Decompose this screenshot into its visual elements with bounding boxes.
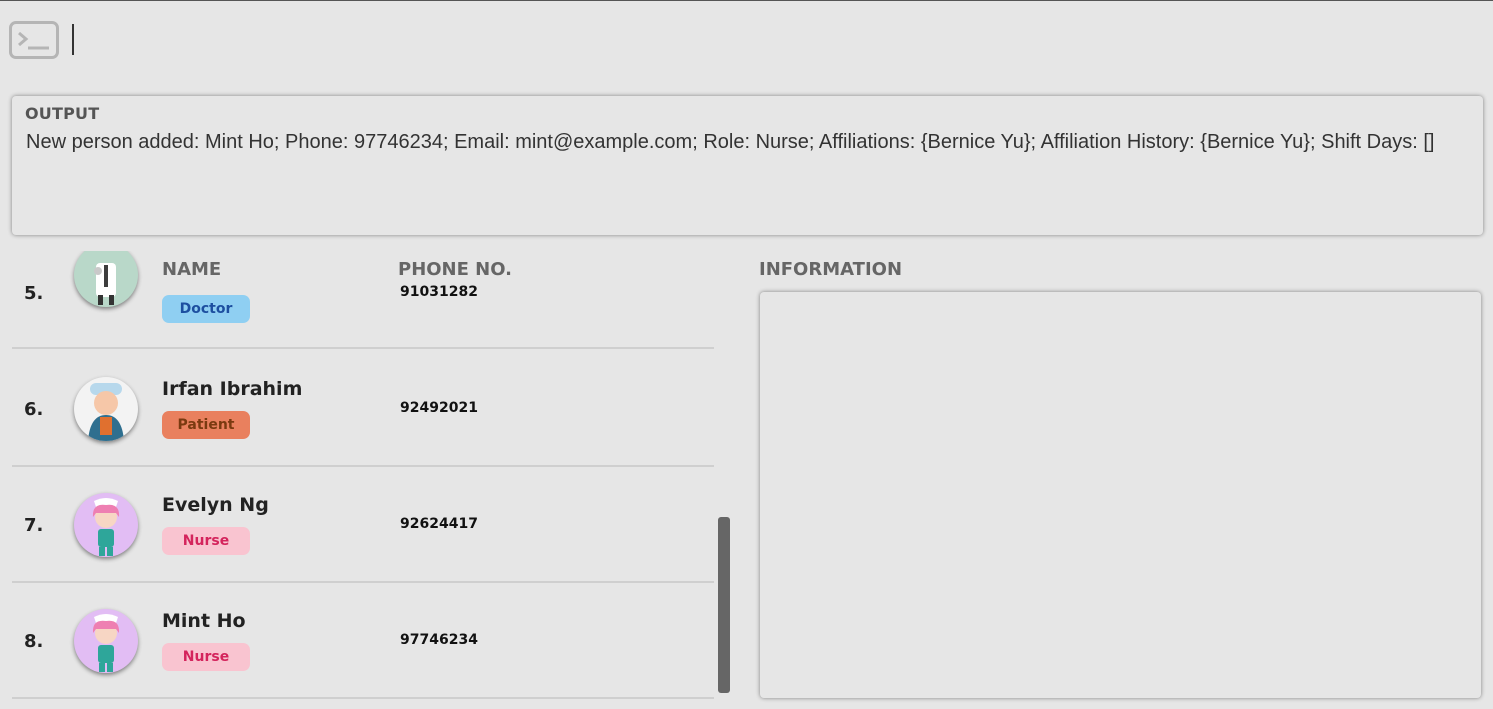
list-item[interactable]: 6. Irfan Ibrahim Patient 92492021 bbox=[12, 351, 714, 467]
role-badge: Doctor bbox=[162, 295, 250, 323]
list-scrollbar[interactable] bbox=[718, 517, 730, 693]
nurse-avatar-icon bbox=[74, 609, 138, 673]
phone-number: 92624417 bbox=[400, 516, 478, 532]
terminal-icon bbox=[9, 21, 59, 59]
output-message: New person added: Mint Ho; Phone: 977462… bbox=[26, 131, 1435, 153]
nurse-avatar-icon bbox=[74, 493, 138, 557]
patient-avatar-icon bbox=[74, 377, 138, 441]
information-label: INFORMATION bbox=[759, 259, 903, 280]
row-index: 5. bbox=[24, 283, 44, 304]
text-caret bbox=[72, 24, 74, 55]
person-list[interactable]: 5. Doctor 91031282 NAME PHONE NO. 6. Irf… bbox=[12, 251, 715, 709]
list-item[interactable]: 8. Mint Ho Nurse 97746234 bbox=[12, 583, 714, 699]
role-badge: Patient bbox=[162, 411, 250, 439]
list-item[interactable]: 7. Evelyn Ng Nurse 92624417 bbox=[12, 467, 714, 583]
command-input[interactable] bbox=[66, 23, 1466, 57]
app-window: OUTPUT New person added: Mint Ho; Phone:… bbox=[0, 0, 1493, 709]
phone-number: 91031282 bbox=[400, 284, 478, 300]
row-index: 8. bbox=[24, 631, 44, 652]
role-badge: Nurse bbox=[162, 527, 250, 555]
person-name: Irfan Ibrahim bbox=[162, 378, 303, 400]
person-name: Evelyn Ng bbox=[162, 494, 269, 516]
doctor-avatar-icon bbox=[74, 251, 138, 307]
role-badge: Nurse bbox=[162, 643, 250, 671]
phone-number: 97746234 bbox=[400, 632, 478, 648]
information-panel bbox=[760, 292, 1481, 698]
phone-column-header: PHONE NO. bbox=[398, 259, 512, 280]
person-name: Mint Ho bbox=[162, 610, 246, 632]
phone-number: 92492021 bbox=[400, 400, 478, 416]
row-index: 7. bbox=[24, 515, 44, 536]
list-item[interactable]: 5. Doctor 91031282 bbox=[12, 251, 714, 349]
name-column-header: NAME bbox=[162, 259, 222, 280]
output-label: OUTPUT bbox=[25, 104, 100, 123]
row-index: 6. bbox=[24, 399, 44, 420]
output-panel: OUTPUT New person added: Mint Ho; Phone:… bbox=[12, 96, 1483, 235]
